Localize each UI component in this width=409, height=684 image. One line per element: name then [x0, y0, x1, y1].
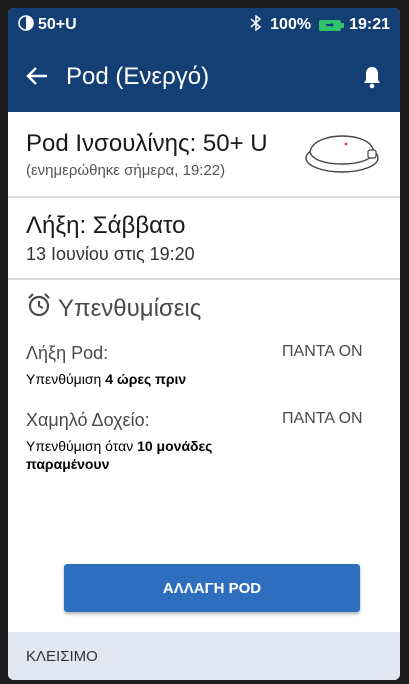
reminders-heading: Υπενθυμίσεις	[58, 294, 202, 322]
pod-units-text: 50+U	[38, 16, 77, 33]
reminder-description: Υπενθύμιση 4 ώρες πριν	[26, 371, 187, 387]
reminder-label: Λήξη Pod:	[26, 343, 109, 363]
battery-charging-icon	[319, 19, 345, 31]
pod-status-icon	[18, 14, 34, 36]
page-title: Pod (Ενεργό)	[66, 63, 210, 90]
status-bar: 50+U 100% 19:21	[8, 8, 400, 42]
pod-updated-text: (ενημερώθηκε σήμερα, 19:22)	[26, 162, 226, 179]
reminder-value: ΠΑΝΤΑ ΟΝ	[282, 343, 363, 360]
battery-percent: 100%	[270, 16, 312, 33]
reminder-low-reservoir: Χαμηλό Δοχείο: ΠΑΝΤΑ ΟΝ	[26, 410, 382, 431]
reminder-label: Χαμηλό Δοχείο:	[26, 410, 150, 431]
reminders-header: Υπενθυμίσεις	[26, 292, 382, 325]
alarm-clock-icon	[26, 292, 52, 325]
pod-device-icon	[302, 130, 382, 181]
expiry-section: Λήξη: Σάββατο 13 Ιουνίου στις 19:20	[8, 198, 400, 280]
expiry-date: 13 Ιουνίου στις 19:20	[26, 244, 195, 264]
pod-insulin-title: Pod Ινσουλίνης: 50+ U	[26, 130, 268, 157]
close-button[interactable]: ΚΛΕΙΣΙΜΟ	[8, 632, 400, 680]
bluetooth-icon	[250, 14, 262, 36]
phone-screen: 50+U 100% 19:21 Pod (Ενεργό) Pod Ινσουλί…	[8, 8, 400, 680]
reminder-description: Υπενθύμιση όταν 10 μονάδες παραμένουν	[26, 438, 213, 473]
change-pod-button[interactable]: ΑΛΛΑΓΗ POD	[64, 564, 360, 612]
app-bar: Pod (Ενεργό)	[8, 42, 400, 112]
clock-time: 19:21	[349, 16, 390, 33]
reminder-value: ΠΑΝΤΑ ΟΝ	[282, 410, 363, 428]
expiry-title: Λήξη: Σάββατο	[26, 212, 186, 239]
back-arrow-icon[interactable]	[26, 64, 66, 90]
reminders-section: Υπενθυμίσεις Λήξη Pod: ΠΑΝΤΑ ΟΝ Υπενθύμι…	[8, 280, 400, 474]
reminder-pod-expiry: Λήξη Pod: ΠΑΝΤΑ ΟΝ	[26, 343, 382, 364]
bell-icon[interactable]	[358, 63, 386, 91]
pod-info-section: Pod Ινσουλίνης: 50+ U (ενημερώθηκε σήμερ…	[8, 112, 400, 198]
